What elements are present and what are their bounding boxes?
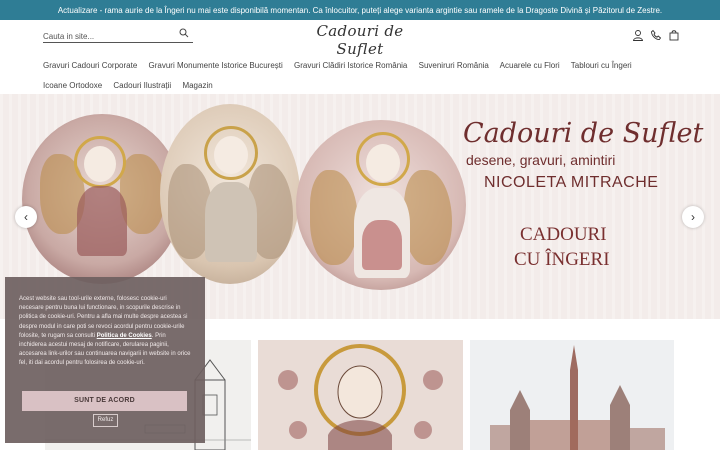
announcement-text: Actualizare - rama aurie de la Îngeri nu… bbox=[57, 5, 663, 15]
angel-painting-2 bbox=[160, 104, 300, 284]
search-box[interactable] bbox=[43, 26, 193, 45]
angel-painting-1 bbox=[22, 114, 182, 284]
site-logo[interactable]: Cadouri de Suflet bbox=[300, 22, 420, 58]
nav-item-acuarele-flori[interactable]: Acuarele cu Flori bbox=[500, 61, 560, 70]
hero-title: Cadouri de Suflet bbox=[463, 118, 704, 149]
hero-subtitle: desene, gravuri, amintiri bbox=[466, 152, 616, 168]
product-card-2[interactable] bbox=[258, 340, 463, 450]
header-icons bbox=[632, 28, 680, 41]
cookie-consent-banner: Acest website sau tool-urile externe, fo… bbox=[5, 277, 205, 443]
hero-prev-button[interactable]: ‹ bbox=[15, 206, 37, 228]
angel-painting-3 bbox=[296, 120, 466, 290]
cookie-text: Acest website sau tool-urile externe, fo… bbox=[19, 295, 191, 369]
account-icon[interactable] bbox=[632, 28, 644, 41]
cookie-accept-button[interactable]: SUNT DE ACORD bbox=[22, 391, 187, 411]
phone-icon[interactable] bbox=[650, 28, 662, 41]
product-image-3 bbox=[490, 345, 665, 450]
nav-item-icoane[interactable]: Icoane Ortodoxe bbox=[43, 81, 102, 90]
hero-cta-line1: CADOURI bbox=[520, 224, 607, 245]
nav-item-gravuri-corporate[interactable]: Gravuri Cadouri Corporate bbox=[43, 61, 137, 70]
product-image-2 bbox=[278, 344, 443, 450]
nav-item-suveniruri[interactable]: Suveniruri România bbox=[419, 61, 489, 70]
hero-artist: NICOLETA MITRACHE bbox=[484, 174, 659, 191]
cookie-policy-link[interactable]: Politica de Cookies bbox=[97, 333, 152, 339]
nav-item-magazin[interactable]: Magazin bbox=[182, 81, 212, 90]
main-nav: Gravuri Cadouri Corporate Gravuri Monume… bbox=[43, 56, 683, 96]
nav-item-monumente-bucuresti[interactable]: Gravuri Monumente Istorice București bbox=[149, 61, 283, 70]
search-input[interactable] bbox=[43, 28, 171, 45]
hero-next-button[interactable]: › bbox=[682, 206, 704, 228]
cart-icon[interactable] bbox=[668, 28, 680, 41]
product-card-3[interactable] bbox=[470, 340, 674, 450]
announcement-bar: Actualizare - rama aurie de la Îngeri nu… bbox=[0, 0, 720, 20]
chevron-right-icon: › bbox=[691, 210, 695, 224]
nav-item-ilustratii[interactable]: Cadouri Ilustrații bbox=[113, 81, 171, 90]
chevron-left-icon: ‹ bbox=[24, 210, 28, 224]
nav-item-tablouri-ingeri[interactable]: Tablouri cu Îngeri bbox=[571, 61, 632, 70]
cookie-reject-button[interactable]: Refuz bbox=[93, 414, 118, 427]
search-icon[interactable] bbox=[179, 28, 189, 38]
hero-cta-line2: CU ÎNGERI bbox=[514, 249, 610, 270]
nav-item-cladiri-romania[interactable]: Gravuri Clădiri Istorice România bbox=[294, 61, 407, 70]
